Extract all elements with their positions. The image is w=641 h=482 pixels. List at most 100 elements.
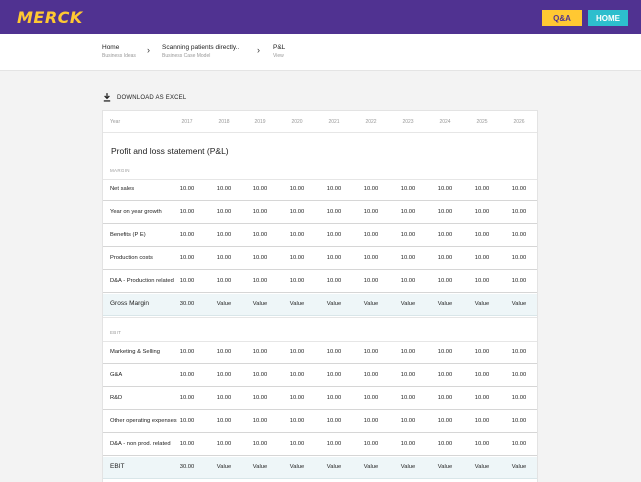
value-cell[interactable]: 10.00 [282, 209, 312, 215]
value-cell[interactable]: Value [467, 301, 497, 307]
value-cell[interactable]: 30.00 [172, 464, 202, 470]
value-cell[interactable]: 10.00 [245, 395, 275, 401]
download-excel-button[interactable]: DOWNLOAD AS EXCEL [103, 93, 186, 102]
value-cell[interactable]: 10.00 [430, 395, 460, 401]
breadcrumb-item-pl[interactable]: P&L View [273, 44, 285, 59]
value-cell[interactable]: 10.00 [245, 418, 275, 424]
value-cell[interactable]: 10.00 [467, 372, 497, 378]
value-cell[interactable]: 10.00 [172, 209, 202, 215]
value-cell[interactable]: 10.00 [245, 232, 275, 238]
value-cell[interactable]: Value [282, 301, 312, 307]
value-cell[interactable]: 10.00 [504, 278, 534, 284]
value-cell[interactable]: Value [504, 301, 534, 307]
value-cell[interactable]: 10.00 [430, 232, 460, 238]
value-cell[interactable]: 10.00 [356, 232, 386, 238]
value-cell[interactable]: 10.00 [504, 418, 534, 424]
table-row[interactable]: Marketing & Selling 10.00 10.00 10.00 10.00 1… [103, 342, 537, 364]
value-cell[interactable]: 10.00 [172, 255, 202, 261]
value-cell[interactable]: 10.00 [430, 441, 460, 447]
value-cell[interactable]: 10.00 [209, 395, 239, 401]
value-cell[interactable]: 10.00 [209, 372, 239, 378]
value-cell[interactable]: 10.00 [282, 349, 312, 355]
value-cell[interactable]: 10.00 [430, 418, 460, 424]
value-cell[interactable]: 10.00 [245, 278, 275, 284]
value-cell[interactable]: 10.00 [319, 278, 349, 284]
qa-button[interactable]: Q&A [542, 10, 582, 26]
value-cell[interactable]: 10.00 [504, 372, 534, 378]
value-cell[interactable]: 10.00 [209, 441, 239, 447]
value-cell[interactable]: 10.00 [282, 278, 312, 284]
value-cell[interactable]: 10.00 [467, 232, 497, 238]
value-cell[interactable]: 10.00 [393, 418, 423, 424]
value-cell[interactable]: 10.00 [319, 186, 349, 192]
value-cell[interactable]: 10.00 [282, 418, 312, 424]
merck-logo[interactable]: MERCK [17, 8, 83, 27]
table-row[interactable]: D&A - non prod. related 10.00 10.00 10.00 10… [103, 434, 537, 456]
value-cell[interactable]: 10.00 [319, 418, 349, 424]
value-cell[interactable]: 10.00 [504, 395, 534, 401]
value-cell[interactable]: 10.00 [282, 372, 312, 378]
value-cell[interactable]: 10.00 [172, 186, 202, 192]
value-cell[interactable]: Value [393, 301, 423, 307]
value-cell[interactable]: 10.00 [393, 255, 423, 261]
value-cell[interactable]: Value [209, 464, 239, 470]
breadcrumb-item-home[interactable]: Home Business Ideas [102, 44, 136, 59]
value-cell[interactable]: Value [245, 464, 275, 470]
table-row[interactable]: Other operating expenses 10.00 10.00 10.00 1… [103, 411, 537, 433]
value-cell[interactable]: 10.00 [209, 209, 239, 215]
value-cell[interactable]: 10.00 [393, 441, 423, 447]
value-cell[interactable]: 10.00 [430, 255, 460, 261]
value-cell[interactable]: 10.00 [319, 209, 349, 215]
value-cell[interactable]: 10.00 [282, 255, 312, 261]
value-cell[interactable]: 10.00 [504, 441, 534, 447]
table-row[interactable]: Year on year growth 10.00 10.00 10.00 10.00 1… [103, 202, 537, 224]
value-cell[interactable]: 10.00 [172, 395, 202, 401]
value-cell[interactable]: 10.00 [504, 186, 534, 192]
value-cell[interactable]: 10.00 [319, 372, 349, 378]
value-cell[interactable]: 10.00 [282, 395, 312, 401]
value-cell[interactable]: 10.00 [467, 255, 497, 261]
value-cell[interactable]: 10.00 [282, 186, 312, 192]
table-row[interactable]: Production costs 10.00 10.00 10.00 10.00 10.0… [103, 248, 537, 270]
value-cell[interactable]: Value [282, 464, 312, 470]
value-cell[interactable]: 10.00 [245, 441, 275, 447]
value-cell[interactable]: 10.00 [245, 186, 275, 192]
value-cell[interactable]: 10.00 [245, 255, 275, 261]
value-cell[interactable]: 10.00 [467, 395, 497, 401]
value-cell[interactable]: 10.00 [209, 232, 239, 238]
value-cell[interactable]: 10.00 [467, 441, 497, 447]
total-row[interactable]: Gross Margin 30.00 Value Value Value Value Val… [103, 294, 537, 316]
value-cell[interactable]: 10.00 [356, 255, 386, 261]
value-cell[interactable]: 10.00 [467, 278, 497, 284]
value-cell[interactable]: Value [430, 464, 460, 470]
value-cell[interactable]: 10.00 [393, 349, 423, 355]
value-cell[interactable]: Value [356, 301, 386, 307]
value-cell[interactable]: 10.00 [393, 186, 423, 192]
value-cell[interactable]: Value [245, 301, 275, 307]
value-cell[interactable]: 10.00 [319, 349, 349, 355]
value-cell[interactable]: Value [356, 464, 386, 470]
value-cell[interactable]: 10.00 [172, 349, 202, 355]
value-cell[interactable]: 10.00 [430, 278, 460, 284]
value-cell[interactable]: 10.00 [172, 441, 202, 447]
value-cell[interactable]: 10.00 [467, 186, 497, 192]
value-cell[interactable]: 10.00 [430, 209, 460, 215]
value-cell[interactable]: 10.00 [467, 418, 497, 424]
value-cell[interactable]: Value [319, 301, 349, 307]
table-row[interactable]: D&A - Production related 10.00 10.00 10.00 1… [103, 271, 537, 293]
value-cell[interactable]: 10.00 [393, 395, 423, 401]
value-cell[interactable]: 10.00 [356, 209, 386, 215]
value-cell[interactable]: 10.00 [319, 255, 349, 261]
value-cell[interactable]: 10.00 [504, 255, 534, 261]
value-cell[interactable]: 10.00 [172, 372, 202, 378]
value-cell[interactable]: 10.00 [504, 209, 534, 215]
value-cell[interactable]: 10.00 [209, 349, 239, 355]
value-cell[interactable]: 10.00 [172, 278, 202, 284]
value-cell[interactable]: Value [319, 464, 349, 470]
value-cell[interactable]: 10.00 [356, 395, 386, 401]
value-cell[interactable]: 10.00 [356, 372, 386, 378]
value-cell[interactable]: 10.00 [356, 441, 386, 447]
value-cell[interactable]: 10.00 [504, 232, 534, 238]
value-cell[interactable]: 10.00 [356, 418, 386, 424]
value-cell[interactable]: 10.00 [319, 441, 349, 447]
